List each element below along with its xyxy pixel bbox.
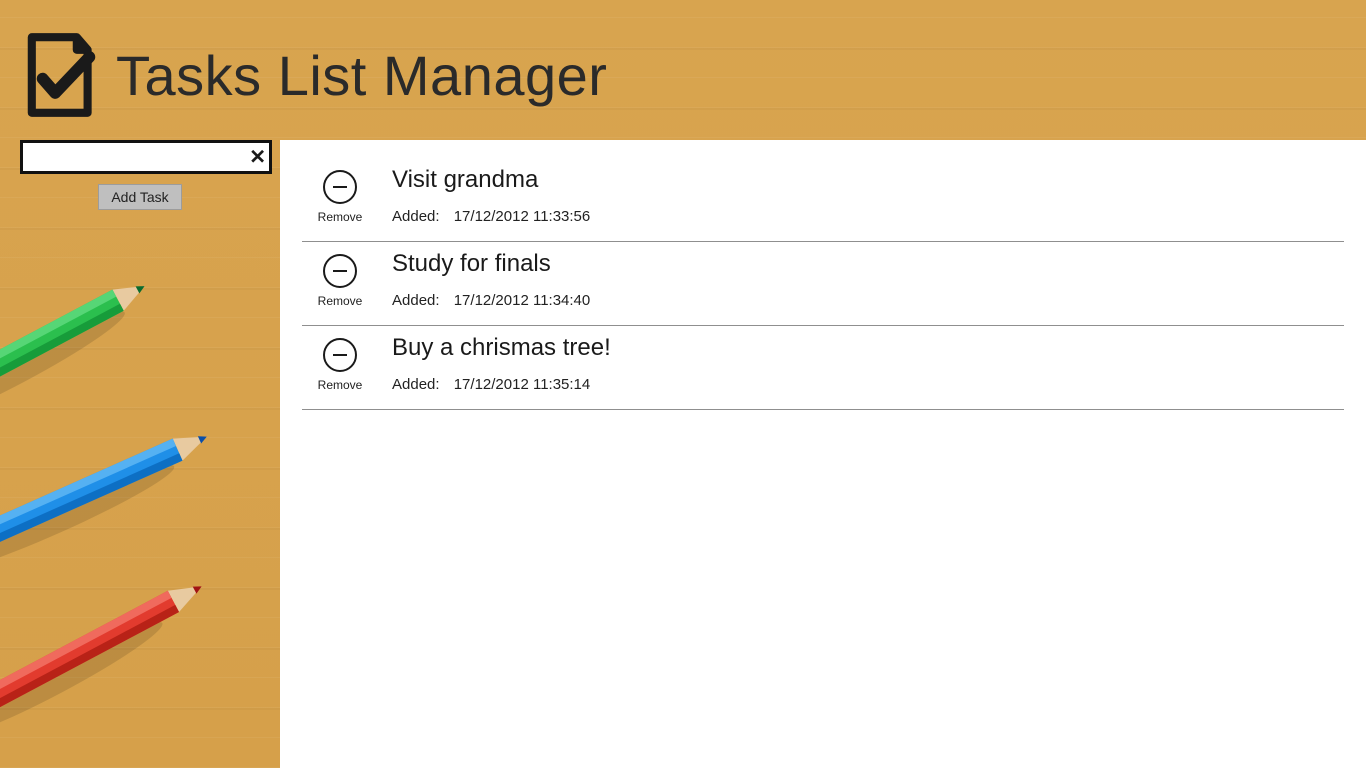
remove-label: Remove xyxy=(318,210,363,224)
task-body: Visit grandma Added: 17/12/2012 11:33:56 xyxy=(392,168,1344,225)
task-title: Buy a chrismas tree! xyxy=(392,334,1344,362)
app-title: Tasks List Manager xyxy=(116,43,607,108)
remove-control: Remove xyxy=(312,252,368,308)
app-header: Tasks List Manager xyxy=(0,0,1366,130)
task-body: Study for finals Added: 17/12/2012 11:34… xyxy=(392,252,1344,309)
remove-control: Remove xyxy=(312,168,368,224)
minus-icon xyxy=(333,270,347,273)
remove-button[interactable] xyxy=(323,338,357,372)
task-row: Remove Study for finals Added: 17/12/201… xyxy=(302,242,1344,326)
task-meta: Added: 17/12/2012 11:34:40 xyxy=(392,292,1344,309)
remove-label: Remove xyxy=(318,378,363,392)
remove-control: Remove xyxy=(312,336,368,392)
task-list-panel: Remove Visit grandma Added: 17/12/2012 1… xyxy=(280,140,1366,768)
remove-label: Remove xyxy=(318,294,363,308)
task-input-wrap: ✕ xyxy=(20,140,272,174)
added-label: Added: xyxy=(392,292,440,309)
added-timestamp: 17/12/2012 11:35:14 xyxy=(454,376,591,393)
sidebar: ✕ Add Task xyxy=(0,140,280,210)
task-row: Remove Visit grandma Added: 17/12/2012 1… xyxy=(302,158,1344,242)
remove-button[interactable] xyxy=(323,254,357,288)
added-label: Added: xyxy=(392,208,440,225)
task-meta: Added: 17/12/2012 11:35:14 xyxy=(392,376,1344,393)
added-timestamp: 17/12/2012 11:34:40 xyxy=(454,292,591,309)
added-label: Added: xyxy=(392,376,440,393)
clear-input-icon[interactable]: ✕ xyxy=(249,145,266,170)
remove-button[interactable] xyxy=(323,170,357,204)
minus-icon xyxy=(333,186,347,189)
task-row: Remove Buy a chrismas tree! Added: 17/12… xyxy=(302,326,1344,410)
task-meta: Added: 17/12/2012 11:33:56 xyxy=(392,208,1344,225)
task-title: Visit grandma xyxy=(392,166,1344,194)
task-body: Buy a chrismas tree! Added: 17/12/2012 1… xyxy=(392,336,1344,393)
added-timestamp: 17/12/2012 11:33:56 xyxy=(454,208,591,225)
app-logo-icon xyxy=(12,30,102,120)
task-title: Study for finals xyxy=(392,250,1344,278)
add-task-button[interactable]: Add Task xyxy=(98,184,181,210)
minus-icon xyxy=(333,354,347,357)
task-input[interactable] xyxy=(20,140,272,174)
